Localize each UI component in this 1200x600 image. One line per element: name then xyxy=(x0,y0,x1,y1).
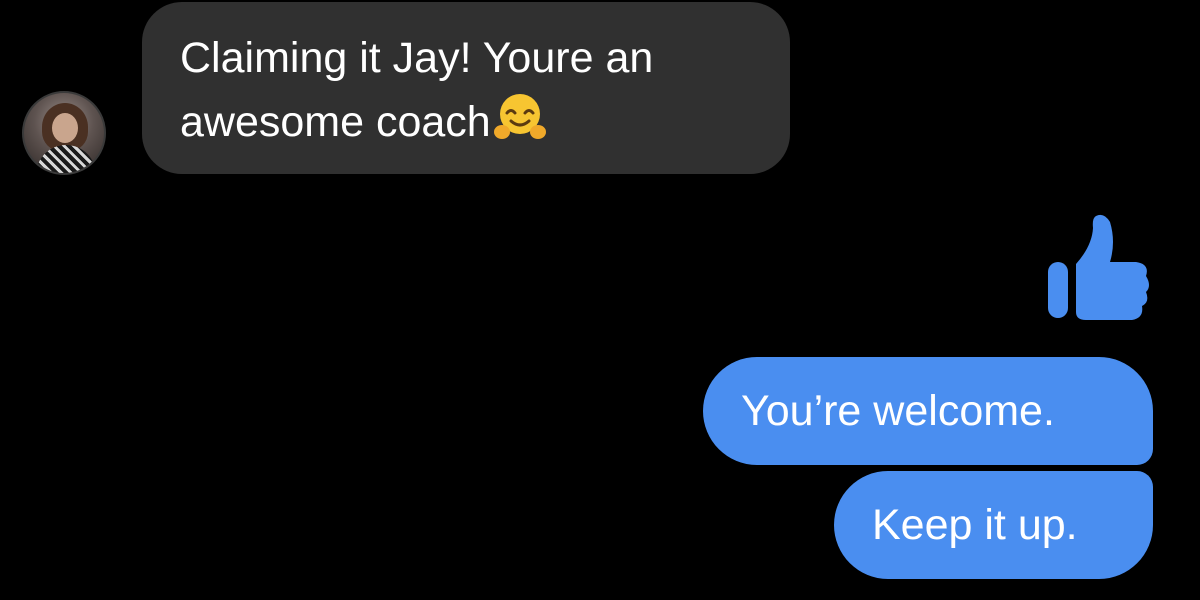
avatar-body xyxy=(36,145,96,173)
avatar-face xyxy=(52,113,78,143)
contact-avatar[interactable] xyxy=(22,91,106,175)
hugging-face-emoji-icon xyxy=(493,90,547,144)
outgoing-message-text: You’re welcome. xyxy=(741,386,1055,435)
outgoing-message-text: Keep it up. xyxy=(872,500,1078,549)
incoming-message-bubble[interactable]: Claiming it Jay! Youre an awesome coach xyxy=(142,2,790,174)
outgoing-message-bubble[interactable]: You’re welcome. xyxy=(703,357,1153,465)
chat-thread: Claiming it Jay! Youre an awesome coach … xyxy=(0,0,1200,600)
thumbs-up-icon[interactable] xyxy=(1046,212,1150,322)
incoming-message-line-2: awesome coach xyxy=(180,98,491,146)
outgoing-message-bubble[interactable]: Keep it up. xyxy=(834,471,1153,579)
incoming-message-line-1: Claiming it Jay! Youre an xyxy=(180,34,654,82)
